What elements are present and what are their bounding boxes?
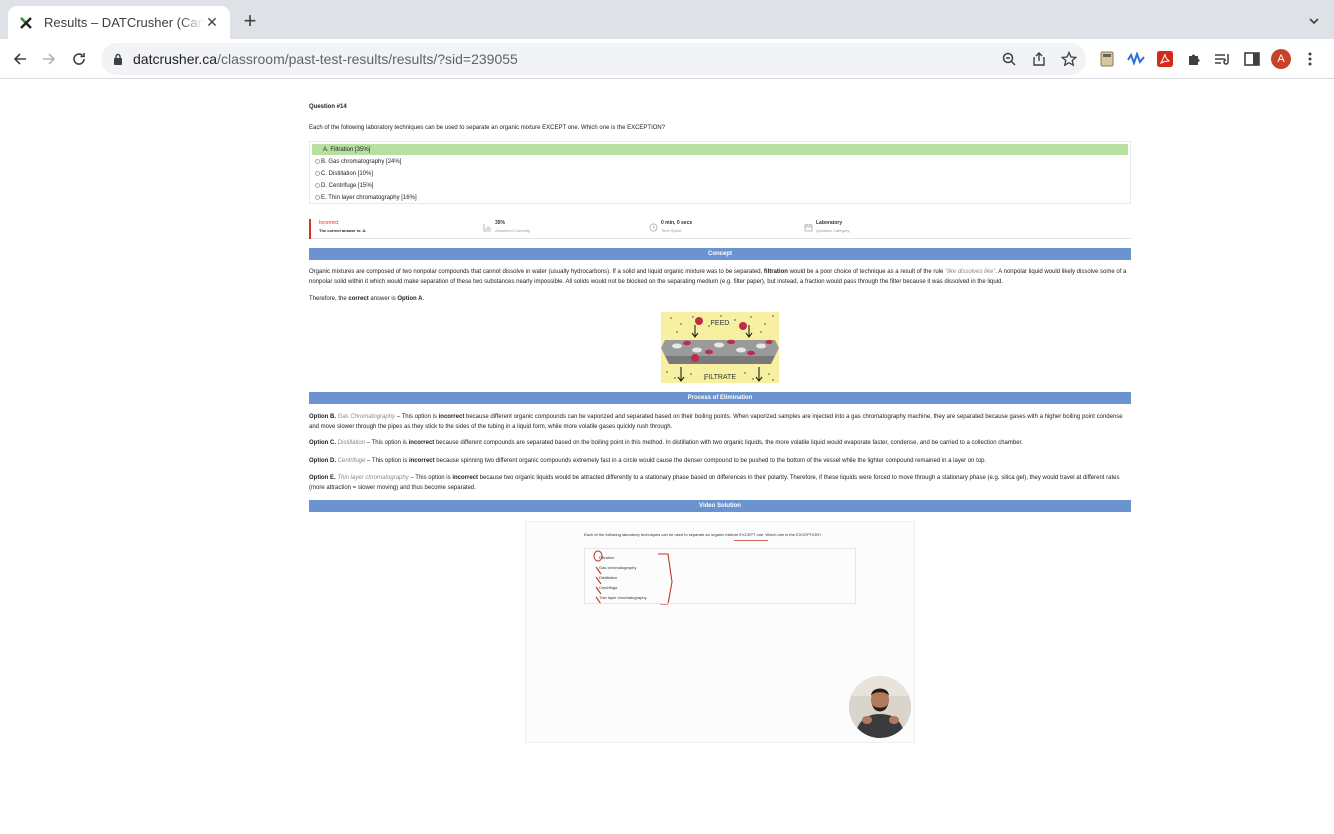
tab-close-icon[interactable]: ✕	[204, 14, 220, 31]
lock-icon[interactable]	[113, 52, 125, 66]
reading-list-icon[interactable]	[1213, 49, 1233, 69]
stat-time: 0 min, 0 secs Time Spent	[649, 220, 692, 238]
conclusion-paragraph: Therefore, the correct answer is Option …	[309, 296, 425, 302]
bar-chart-icon	[483, 223, 492, 232]
concept-header: Concept	[309, 248, 1131, 260]
presenter-webcam-bubble[interactable]	[849, 676, 911, 738]
radio-icon[interactable]	[315, 159, 320, 164]
stat-result: Incorrect The correct answer is: A.	[319, 220, 366, 238]
tab-search-chevron-icon[interactable]	[1308, 14, 1320, 26]
zoom-icon[interactable]	[1000, 50, 1018, 68]
elimination-option-d: Option D. Centrifuge – This option is in…	[309, 458, 987, 464]
side-panel-icon[interactable]	[1242, 49, 1262, 69]
answer-option-c[interactable]: C. Distillation [10%]	[312, 168, 1128, 179]
answer-option-b[interactable]: B. Gas chromatography [24%]	[312, 156, 1128, 167]
browser-tab-active[interactable]: Results – DATCrusher (Canadian DAT) ✕	[8, 6, 230, 39]
radio-icon[interactable]	[315, 183, 320, 188]
browser-toolbar: datcrusher.ca/classroom/past-test-result…	[0, 39, 1334, 79]
correct-answer-note: The correct answer is: A.	[319, 228, 367, 233]
new-tab-icon[interactable]: +	[240, 10, 260, 32]
answer-choices: A. Filtration [35%] B. Gas chromatograph…	[309, 141, 1131, 204]
extensions-puzzle-icon[interactable]	[1184, 49, 1204, 69]
video-answer-box: Filtration Gas chromatography Distillati…	[584, 548, 856, 604]
share-icon[interactable]	[1030, 50, 1048, 68]
elimination-option-c: Option C. Distillation – This option is …	[309, 440, 1023, 446]
address-bar[interactable]: datcrusher.ca/classroom/past-test-result…	[101, 43, 1086, 75]
bookmark-star-icon[interactable]	[1060, 50, 1078, 68]
radio-icon[interactable]	[315, 195, 320, 200]
video-solution-header: Video Solution	[309, 500, 1131, 512]
datcrusher-favicon-icon	[18, 15, 34, 31]
stat-category: Laboratory Question Category	[804, 220, 849, 238]
question-number: Question #14	[309, 104, 347, 110]
radio-icon[interactable]	[315, 171, 320, 176]
back-arrow-icon[interactable]	[9, 48, 31, 70]
url-text: datcrusher.ca/classroom/past-test-result…	[133, 51, 518, 67]
incorrect-indicator-bar	[309, 219, 311, 239]
tab-title: Results – DATCrusher (Canadian DAT)	[44, 15, 204, 30]
elimination-option-e: Option E. Thin layer chromatography – Th…	[309, 475, 1120, 491]
clock-icon	[649, 223, 658, 232]
result-status: Incorrect	[319, 220, 339, 226]
elimination-header: Process of Elimination	[309, 392, 1131, 404]
page-viewport: Question #14 Each of the following labor…	[0, 80, 1334, 834]
tab-strip: Results – DATCrusher (Canadian DAT) ✕ +	[0, 0, 1334, 39]
elimination-option-b: Option B. Gas Chromatography – This opti…	[309, 414, 1123, 430]
concept-paragraph: Organic mixtures are composed of two non…	[309, 269, 1127, 285]
question-text: Each of the following laboratory techniq…	[309, 125, 666, 131]
answer-option-d[interactable]: D. Centrifuge [15%]	[312, 180, 1128, 191]
calendar-icon	[804, 223, 813, 232]
answer-option-e[interactable]: E. Thin layer chromatography [16%]	[312, 192, 1128, 203]
filtration-diagram: FEED FILTRATE	[661, 312, 779, 383]
svg-text:FILTRATE: FILTRATE	[704, 374, 736, 381]
extension-wave-icon[interactable]	[1126, 49, 1146, 69]
extension-pdf-icon[interactable]	[1155, 49, 1175, 69]
profile-avatar[interactable]: A	[1271, 49, 1291, 69]
browser-menu-icon[interactable]	[1300, 49, 1320, 69]
reload-icon[interactable]	[68, 48, 90, 70]
stat-percent: 35% Answered Correctly	[483, 220, 530, 238]
extension-calculator-icon[interactable]	[1097, 49, 1117, 69]
answer-option-a[interactable]: A. Filtration [35%]	[312, 144, 1128, 155]
forward-arrow-icon[interactable]	[38, 48, 60, 70]
svg-text:FEED: FEED	[711, 320, 730, 327]
result-stats: Incorrect The correct answer is: A. 35% …	[309, 219, 1131, 239]
